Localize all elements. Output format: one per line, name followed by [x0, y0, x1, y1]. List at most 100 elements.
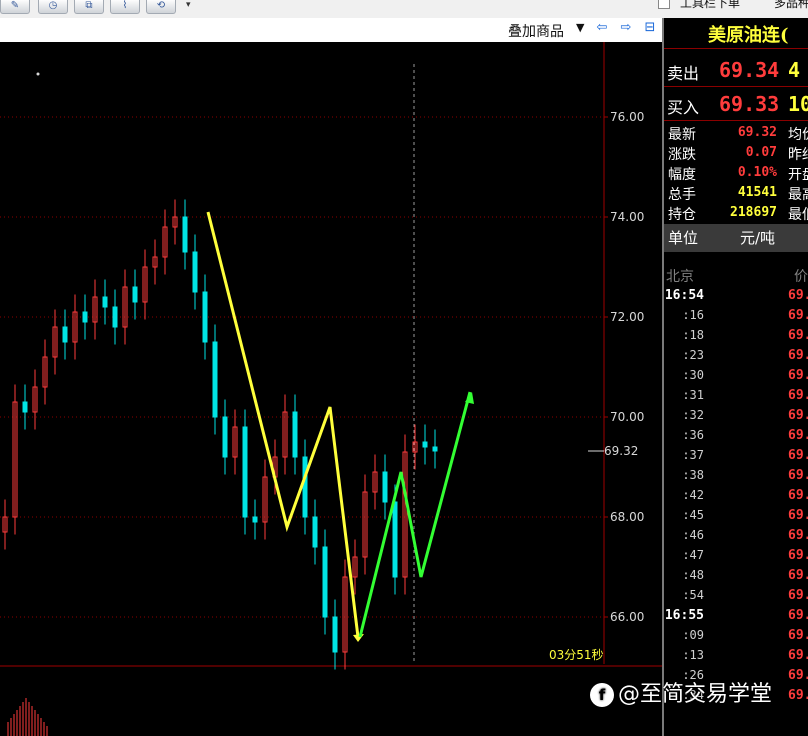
candle-body — [432, 446, 438, 452]
y-tick-label: 70.00 — [610, 410, 644, 424]
price-chart[interactable]: 76.00 74.00 72.00 70.00 68.00 66.00 69.32 03分51… — [0, 42, 662, 736]
tick-time: 16:55 — [664, 608, 704, 623]
candle-body — [382, 471, 388, 503]
chart-tool-button[interactable]: ⌇ — [110, 0, 140, 14]
tick-row[interactable]: :13 69. — [664, 648, 808, 668]
stat-label-secondary: 最低 — [788, 207, 808, 223]
tick-time: :23 — [682, 348, 704, 362]
clock-icon: ◷ — [48, 0, 58, 11]
candle-body — [202, 291, 208, 343]
tick-row[interactable]: 16:54 69. — [664, 288, 808, 308]
tick-row[interactable]: :54 69. — [664, 588, 808, 608]
buy-label: 买入 — [667, 98, 700, 117]
tick-price: 69. — [788, 508, 808, 523]
tick-price: 69. — [788, 588, 808, 603]
tick-time: :37 — [682, 448, 704, 462]
toolbar-dropdown-arrow[interactable]: ▾ — [186, 0, 191, 10]
overlay-commodity-button[interactable]: 叠加商品 — [508, 21, 564, 41]
panel-toggle-icon[interactable]: ⊟ — [642, 20, 658, 36]
stat-value: 218697 — [730, 205, 777, 220]
stat-label-secondary: 最高 — [788, 187, 808, 203]
tick-time: :13 — [682, 648, 704, 662]
clock-button[interactable]: ◷ — [38, 0, 68, 14]
stat-label: 总手 — [668, 187, 696, 203]
tick-row[interactable]: :30 69. — [664, 368, 808, 388]
draw-tool-button[interactable]: ✎ — [0, 0, 30, 14]
tick-time: :09 — [682, 628, 704, 642]
stat-value: 69.32 — [737, 125, 777, 140]
tick-price: 69. — [788, 668, 808, 683]
stat-label: 最新 — [668, 127, 696, 143]
tick-time: :54 — [682, 588, 704, 602]
tick-row[interactable]: :36 69. — [664, 428, 808, 448]
y-tick-label: 74.00 — [610, 210, 644, 224]
stat-label: 涨跌 — [668, 147, 696, 163]
instrument-title: 美原油连( — [708, 25, 789, 46]
divider — [664, 120, 808, 121]
tick-price: 69. — [788, 528, 808, 543]
y-tick-label: 66.00 — [610, 610, 644, 624]
top-toolbar: ✎ ◷ ⧉ ⌇ ⟲ ▾ 工具栏下单 多品种 — [0, 0, 808, 18]
buy-price: 69.33 — [719, 92, 780, 116]
tick-time: :45 — [682, 508, 704, 522]
candle-body — [332, 616, 338, 653]
order-label[interactable]: 工具栏下单 — [680, 0, 740, 11]
unit-value: 元/吨 — [740, 229, 776, 247]
candle-body — [312, 516, 318, 548]
order-checkbox[interactable] — [658, 0, 670, 9]
tick-time: :32 — [682, 408, 704, 422]
tick-row[interactable]: :31 69. — [664, 388, 808, 408]
arrow-right-icon[interactable]: ⇨ — [618, 20, 634, 36]
candle-body — [322, 546, 328, 618]
sync-button[interactable]: ⟲ — [146, 0, 176, 14]
candle-body — [212, 341, 218, 418]
tick-row[interactable]: :42 69. — [664, 488, 808, 508]
tick-time: :47 — [682, 548, 704, 562]
tick-price: 69. — [788, 348, 808, 363]
divider — [664, 86, 808, 87]
pen-icon: ✎ — [10, 0, 20, 11]
y-tick-label: 68.00 — [610, 510, 644, 524]
tick-row[interactable]: :32 69. — [664, 408, 808, 428]
tick-time: :30 — [682, 368, 704, 382]
tick-time: :46 — [682, 528, 704, 542]
arrow-left-icon[interactable]: ⇦ — [594, 20, 610, 36]
tick-row[interactable]: :46 69. — [664, 528, 808, 548]
stat-label-secondary: 均价 — [788, 127, 808, 143]
tick-row[interactable]: :48 69. — [664, 568, 808, 588]
copy-button[interactable]: ⧉ — [74, 0, 104, 14]
tick-price: 69. — [788, 328, 808, 343]
tick-time: 16:54 — [664, 288, 704, 303]
candle-body — [62, 326, 68, 343]
last-price-label: 69.32 — [604, 444, 638, 458]
tick-row[interactable]: :37 69. — [664, 448, 808, 468]
tick-row[interactable]: :47 69. — [664, 548, 808, 568]
candle-body — [112, 306, 118, 328]
watermark: f @至简交易学堂 — [590, 676, 772, 708]
candle-body — [182, 216, 188, 253]
tick-time: :16 — [682, 308, 704, 322]
y-tick-label: 72.00 — [610, 310, 644, 324]
sell-label: 卖出 — [667, 64, 700, 83]
unit-row: 单位 元/吨 — [664, 224, 808, 252]
candle-body — [292, 411, 298, 458]
tick-row[interactable]: 16:55 69. — [664, 608, 808, 628]
tick-row[interactable]: :09 69. — [664, 628, 808, 648]
tick-time: :31 — [682, 388, 704, 402]
tick-price: 69. — [788, 468, 808, 483]
multi-label[interactable]: 多品种 — [774, 0, 808, 11]
candle-body — [392, 501, 398, 578]
tick-row[interactable]: :23 69. — [664, 348, 808, 368]
copy-icon: ⧉ — [85, 0, 93, 11]
ticks-time-header: 北京 — [666, 269, 694, 285]
brand-logo-icon: f — [590, 683, 614, 707]
tick-row[interactable]: :45 69. — [664, 508, 808, 528]
tick-row[interactable]: :38 69. — [664, 468, 808, 488]
tick-row[interactable]: :18 69. — [664, 328, 808, 348]
candle-body — [82, 311, 88, 323]
sell-price: 69.34 — [719, 58, 780, 82]
watermark-text: @至简交易学堂 — [618, 682, 773, 707]
candle-body — [132, 286, 138, 303]
tick-row[interactable]: :16 69. — [664, 308, 808, 328]
caret-down-icon[interactable]: ▼ — [576, 21, 584, 34]
